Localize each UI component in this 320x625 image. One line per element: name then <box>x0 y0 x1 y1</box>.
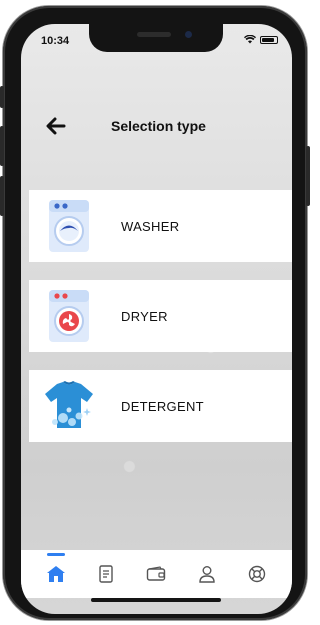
home-indicator[interactable] <box>91 598 221 602</box>
document-icon <box>99 565 113 583</box>
wifi-icon <box>244 35 256 44</box>
option-label: WASHER <box>121 218 180 234</box>
dryer-icon <box>37 284 101 348</box>
home-icon <box>47 566 66 582</box>
tab-wallet[interactable] <box>141 559 171 589</box>
silent-switch <box>0 86 4 108</box>
phone-frame: 10:34 Selection type WASHER DRYER DETERG… <box>0 6 310 620</box>
app-screen: 10:34 Selection type WASHER DRYER DETERG… <box>21 24 292 614</box>
option-label: DRYER <box>121 308 168 324</box>
option-detergent[interactable]: DETERGENT <box>29 370 292 442</box>
tab-home[interactable] <box>41 553 71 589</box>
volume-down-button <box>0 176 4 216</box>
page-title: Selection type <box>111 118 206 134</box>
tab-documents[interactable] <box>91 559 121 589</box>
profile-icon <box>198 566 215 583</box>
option-label: DETERGENT <box>121 398 204 414</box>
option-dryer[interactable]: DRYER <box>29 280 292 352</box>
volume-up-button <box>0 126 4 166</box>
front-camera <box>185 31 192 38</box>
tab-support[interactable] <box>242 559 272 589</box>
status-time: 10:34 <box>41 35 70 47</box>
tab-profile[interactable] <box>192 559 222 589</box>
bottom-tab-bar <box>21 550 292 598</box>
header: Selection type <box>21 112 292 140</box>
power-button <box>306 146 310 206</box>
back-arrow-icon[interactable] <box>45 116 67 136</box>
status-icons <box>244 35 278 44</box>
detergent-shirt-icon <box>37 374 101 438</box>
battery-icon <box>260 35 278 44</box>
support-icon <box>248 565 266 583</box>
notch <box>89 24 223 52</box>
washer-icon <box>37 194 101 258</box>
speaker <box>137 32 171 37</box>
option-washer[interactable]: WASHER <box>29 190 292 262</box>
wallet-icon <box>147 566 166 581</box>
